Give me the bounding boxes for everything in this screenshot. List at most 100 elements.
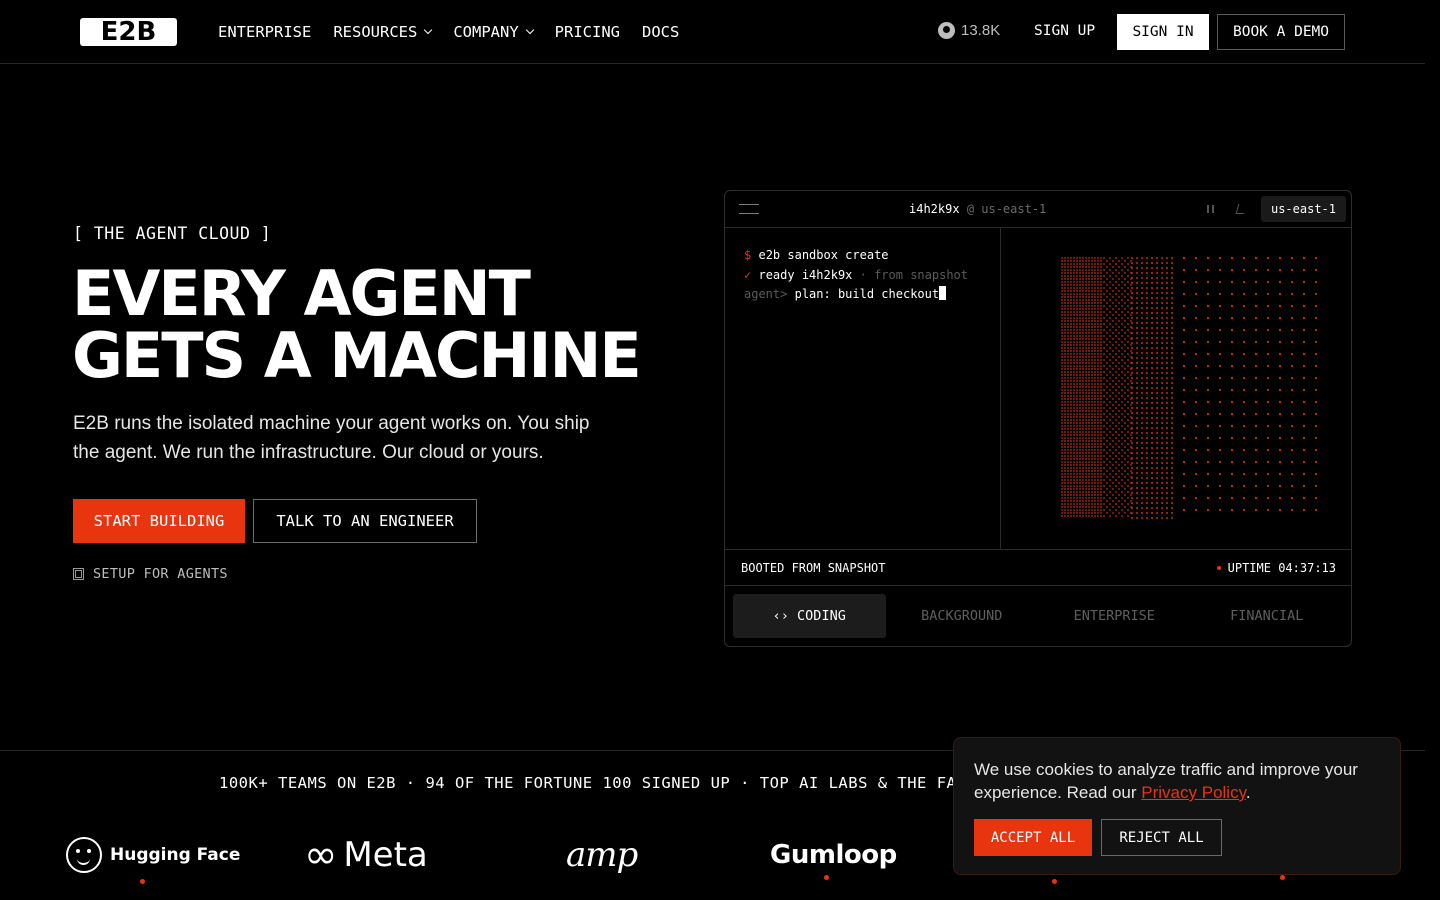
sign-in-button[interactable]: SIGN IN [1117,14,1209,50]
matrix-dot [1076,320,1078,322]
menu-icon[interactable] [739,204,759,214]
nav-resources[interactable]: RESOURCES [333,20,433,44]
matrix-dot [1073,455,1075,457]
nav-pricing[interactable]: PRICING [555,20,620,44]
matrix-dot [1254,508,1258,512]
matrix-dot [1109,365,1111,367]
matrix-dot [1290,280,1294,284]
matrix-dot [1242,496,1246,500]
matrix-dot [1064,515,1066,517]
book-demo-button[interactable]: BOOK A DEMO [1217,14,1345,50]
matrix-dot [1290,376,1294,380]
tab-coding[interactable]: ‹› CODING [733,594,886,638]
github-stars-link[interactable]: 13.8K [938,22,1000,39]
matrix-dot [1171,422,1173,424]
matrix-dot [1121,407,1123,409]
matrix-dot [1151,277,1153,279]
reject-cookies-button[interactable]: REJECT ALL [1101,819,1222,856]
accept-cookies-button[interactable]: ACCEPT ALL [974,819,1092,856]
matrix-dot [1161,447,1163,449]
matrix-dot [1073,302,1075,304]
nav-company[interactable]: COMPANY [453,20,534,44]
matrix-dot [1079,479,1081,481]
matrix-dot [1124,416,1126,418]
matrix-dot [1194,424,1198,428]
matrix-dot [1118,374,1120,376]
matrix-dot [1094,416,1096,418]
matrix-dot [1079,404,1081,406]
matrix-dot [1130,404,1132,406]
matrix-dot [1161,367,1163,369]
matrix-dot [1100,473,1102,475]
matrix-dot [1082,347,1084,349]
setup-for-agents-link[interactable]: SETUP FOR AGENTS [73,566,228,582]
matrix-dot [1103,443,1105,445]
matrix-dot [1082,494,1084,496]
matrix-dot [1103,275,1105,277]
matrix-dot [1146,322,1148,324]
matrix-dot [1230,316,1234,320]
nav-enterprise[interactable]: ENTERPRISE [218,20,311,44]
pause-icon[interactable] [1207,205,1214,213]
matrix-dot [1115,299,1117,301]
matrix-dot [1131,452,1133,454]
matrix-dot [1127,449,1129,451]
matrix-dot [1141,517,1143,519]
matrix-dot [1182,448,1186,452]
matrix-dot [1266,436,1270,440]
matrix-dot [1067,308,1069,310]
matrix-dot [1088,338,1090,340]
matrix-dot [1085,365,1087,367]
matrix-dot [1079,383,1081,385]
matrix-dot [1091,266,1093,268]
matrix-dot [1085,263,1087,265]
region-badge[interactable]: us-east-1 [1261,196,1346,222]
matrix-dot [1136,282,1138,284]
matrix-dot [1171,327,1173,329]
e2b-logo[interactable]: E2B [80,18,177,46]
matrix-dot [1064,290,1066,292]
matrix-dot [1097,389,1099,391]
matrix-dot [1076,452,1078,454]
tab-financial[interactable]: FINANCIAL [1191,594,1344,638]
matrix-dot [1076,311,1078,313]
matrix-dot [1094,497,1096,499]
matrix-dot [1076,500,1078,502]
matrix-dot [1314,328,1318,332]
matrix-dot [1100,407,1102,409]
cursor-icon[interactable] [1235,204,1247,214]
tab-enterprise[interactable]: ENTERPRISE [1038,594,1191,638]
matrix-dot [1166,322,1168,324]
matrix-dot [1166,417,1168,419]
matrix-dot [1067,341,1069,343]
matrix-dot [1082,398,1084,400]
matrix-dot [1161,357,1163,359]
matrix-dot [1290,292,1294,296]
matrix-dot [1218,352,1222,356]
matrix-dot [1161,412,1163,414]
matrix-dot [1091,509,1093,511]
matrix-dot [1151,487,1153,489]
matrix-dot [1124,320,1126,322]
matrix-dot [1131,502,1133,504]
matrix-dot [1136,467,1138,469]
matrix-dot [1106,296,1108,298]
matrix-dot [1127,413,1129,415]
matrix-dot [1100,449,1102,451]
matrix-dot [1100,335,1102,337]
matrix-dot [1091,464,1093,466]
matrix-dot [1166,412,1168,414]
sign-up-link[interactable]: SIGN UP [1034,23,1095,39]
start-building-button[interactable]: START BUILDING [73,499,245,543]
privacy-policy-link[interactable]: Privacy Policy [1141,783,1246,802]
talk-to-engineer-button[interactable]: TALK TO AN ENGINEER [253,499,477,543]
matrix-dot [1067,380,1069,382]
matrix-dot [1278,328,1282,332]
matrix-dot [1103,269,1105,271]
copy-icon [73,568,84,580]
matrix-dot [1136,412,1138,414]
matrix-dot [1115,311,1117,313]
nav-docs[interactable]: DOCS [642,20,679,44]
tab-background[interactable]: BACKGROUND [886,594,1039,638]
matrix-dot [1278,340,1282,344]
